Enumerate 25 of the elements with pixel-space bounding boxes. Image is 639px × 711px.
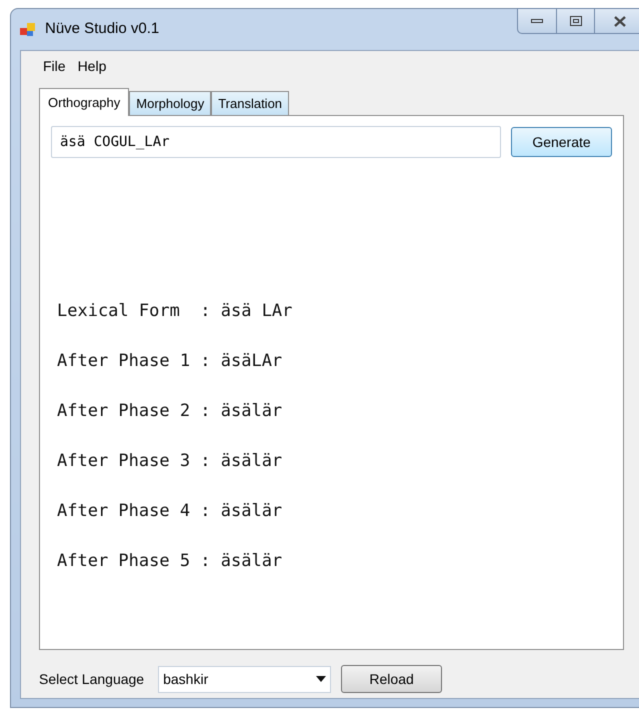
language-dropdown[interactable]: bashkir (158, 666, 332, 692)
menu-item[interactable]: Help (76, 56, 108, 76)
window-title: Nüve Studio v0.1 (45, 19, 160, 40)
generate-button[interactable]: Generate (511, 127, 612, 157)
output-line: After Phase 4 : äsälär (57, 500, 284, 523)
close-icon (612, 16, 626, 26)
tab[interactable]: Translation (211, 91, 290, 115)
output-line: After Phase 5 : äsälär (57, 550, 284, 573)
output-line: After Phase 3 : äsälär (57, 450, 284, 473)
app-icon (19, 22, 37, 38)
caret-icon (316, 676, 326, 682)
maximize-icon (570, 16, 582, 26)
tab[interactable]: Morphology (129, 91, 212, 115)
tab[interactable]: Orthography (39, 88, 130, 116)
output-line: After Phase 1 : äsäLAr (57, 350, 284, 373)
output-line: After Phase 2 : äsälär (57, 400, 284, 423)
output-line: Lexical Form : äsä LAr (57, 300, 294, 323)
maximize-button[interactable] (557, 8, 595, 34)
language-label: Select Language (39, 670, 144, 689)
minimize-button[interactable] (517, 8, 557, 34)
input-field[interactable]: äsä COGUL_LAr (51, 126, 501, 158)
reload-button[interactable]: Reload (341, 665, 442, 693)
minimize-icon (531, 18, 543, 24)
close-button[interactable] (595, 8, 639, 34)
menu-item[interactable]: File (42, 56, 67, 76)
